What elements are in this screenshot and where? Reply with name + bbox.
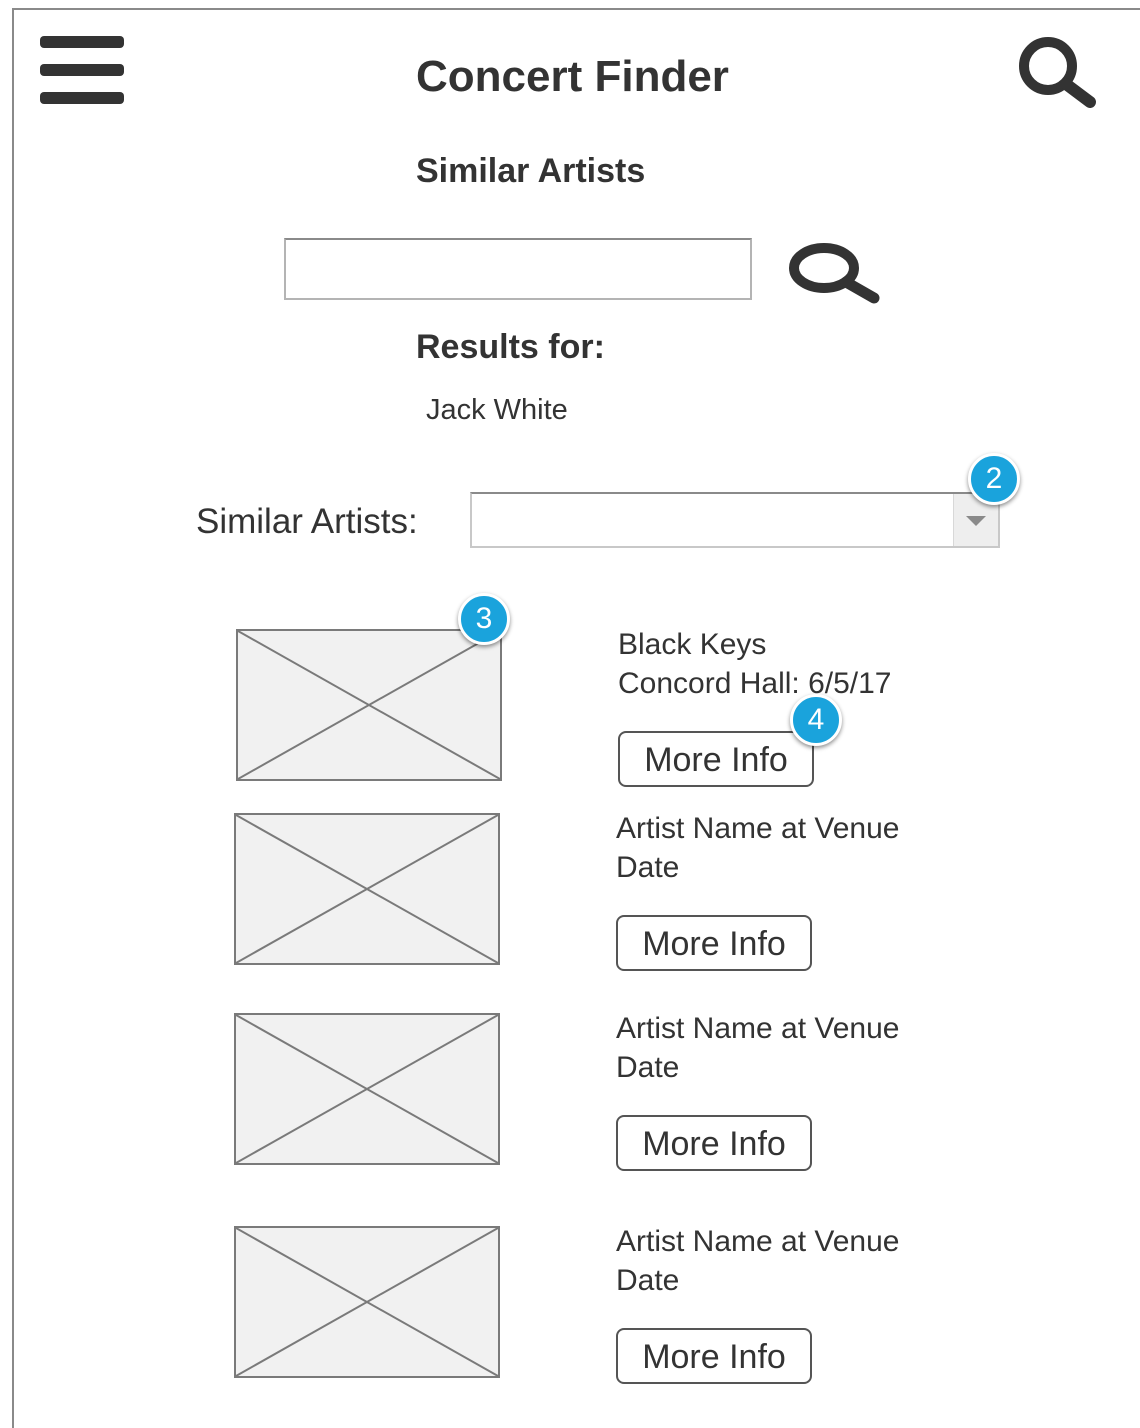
results-query: Jack White: [426, 394, 568, 426]
image-placeholder-icon: [236, 629, 502, 781]
annotation-badge-2: 2: [968, 453, 1020, 505]
device-frame: [12, 8, 1140, 1428]
result-artist: Artist Name at Venue: [616, 1225, 900, 1258]
more-info-button[interactable]: More Info: [618, 731, 814, 787]
more-info-button[interactable]: More Info: [616, 1328, 812, 1384]
result-venue-date: Concord Hall: 6/5/17: [618, 667, 892, 700]
image-placeholder-icon: [234, 1226, 500, 1378]
result-artist: Black Keys: [618, 628, 767, 661]
image-placeholder-icon: [234, 813, 500, 965]
image-placeholder-icon: [234, 1013, 500, 1165]
app-title: Concert Finder: [416, 52, 729, 101]
artist-search-input[interactable]: [284, 238, 752, 300]
similar-artists-dropdown[interactable]: [470, 492, 1000, 548]
annotation-badge-3: 3: [458, 593, 510, 645]
result-venue-date: Date: [616, 1264, 680, 1297]
annotation-badge-4: 4: [790, 694, 842, 746]
more-info-button[interactable]: More Info: [616, 1115, 812, 1171]
hamburger-menu-icon[interactable]: [40, 36, 124, 106]
result-venue-date: Date: [616, 1051, 680, 1084]
results-label: Results for:: [416, 328, 605, 366]
similar-artists-label: Similar Artists:: [196, 502, 418, 541]
result-artist: Artist Name at Venue: [616, 1012, 900, 1045]
search-button-icon[interactable]: [786, 242, 882, 304]
more-info-button[interactable]: More Info: [616, 915, 812, 971]
result-artist: Artist Name at Venue: [616, 812, 900, 845]
result-venue-date: Date: [616, 851, 680, 884]
section-title: Similar Artists: [416, 152, 646, 190]
search-icon[interactable]: [1014, 34, 1100, 108]
